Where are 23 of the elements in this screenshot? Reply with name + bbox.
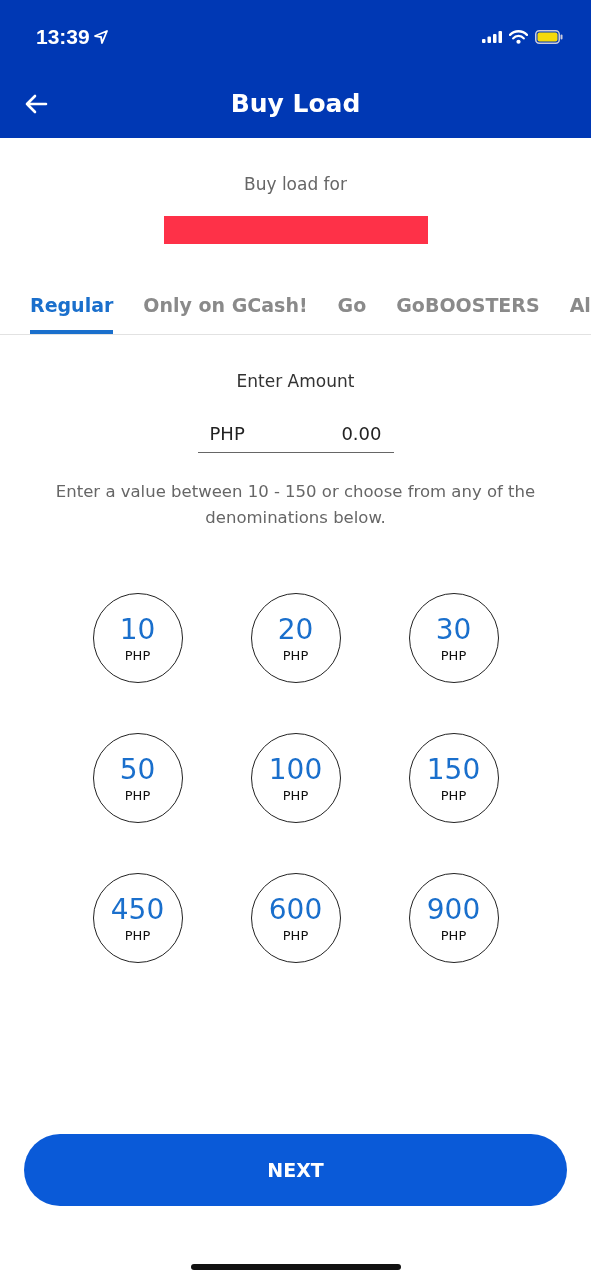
tab[interactable]: Regular	[30, 294, 114, 334]
screen-title: Buy Load	[230, 88, 361, 118]
location-arrow-icon	[93, 30, 108, 44]
denomination-button[interactable]: 450 PHP	[92, 873, 183, 963]
next-button[interactable]: NEXT	[24, 1134, 567, 1206]
denomination-button[interactable]: 150 PHP	[408, 733, 499, 823]
currency-label: PHP	[209, 423, 245, 444]
amount-label: Enter Amount	[236, 371, 355, 391]
battery-icon	[535, 30, 563, 44]
denomination-button[interactable]: 100 PHP	[250, 733, 341, 823]
hint-text: Enter a value between 10 - 150 or choose from any of the denominations below.	[54, 481, 537, 529]
amount-field[interactable]: 0.00	[244, 423, 382, 444]
denomination-button[interactable]: 600 PHP	[250, 873, 341, 963]
back-arrow-icon[interactable]	[24, 94, 48, 114]
denomination-button[interactable]: 900 PHP	[408, 873, 499, 963]
recipient-label: Buy load for	[244, 174, 347, 194]
signal-icon	[482, 31, 502, 43]
status-time: 13:39	[36, 25, 90, 49]
wifi-icon	[509, 30, 528, 44]
denomination-button[interactable]: 30 PHP	[408, 593, 499, 683]
denomination-button[interactable]: 20 PHP	[250, 593, 341, 683]
denomination-button[interactable]: 50 PHP	[92, 733, 183, 823]
denomination-button[interactable]: 10 PHP	[92, 593, 183, 683]
